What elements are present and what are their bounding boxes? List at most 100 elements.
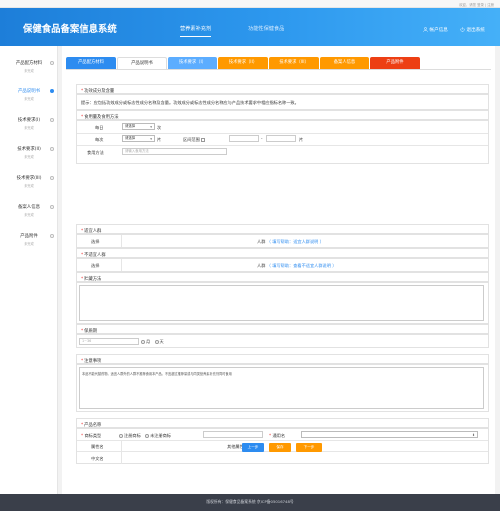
brand-type-options: 注册商标 未注册商标: [119, 433, 171, 439]
required-star: *: [81, 328, 84, 334]
prev-button[interactable]: 上一步: [242, 443, 264, 452]
nav-nutrient-supplement[interactable]: 营养素补充剂: [180, 25, 212, 37]
shelf-options: 月 天: [141, 339, 164, 345]
tab-tech-3[interactable]: 技术要求（III）: [269, 57, 319, 69]
per-label: 每次: [95, 137, 104, 142]
notes-body: 本品不能代替药物。适宜人群外的人群不推荐食用本产品。不宜超过推荐量或与同类营养素…: [76, 364, 489, 412]
required-star: *: [81, 88, 84, 94]
account-link[interactable]: 帐户信息: [423, 27, 448, 33]
tab-underline: [66, 69, 491, 70]
shelf-input[interactable]: 1~36: [79, 338, 139, 345]
attr-name-label: 属性名: [91, 444, 104, 449]
divider: [121, 259, 122, 271]
range-max-input[interactable]: [266, 135, 296, 142]
section-title: *贮藏方法: [81, 276, 102, 282]
range-checkbox[interactable]: [201, 137, 206, 142]
step-dot-icon: [50, 61, 54, 65]
sidebar-item-manual[interactable]: 产品说明书 未完成: [0, 88, 58, 101]
section-title: *食用量及食用方法: [81, 114, 119, 120]
storage-textarea[interactable]: [79, 285, 484, 321]
sidebar-item-formula[interactable]: 产品配方材料 未完成: [0, 60, 58, 73]
dosage-body: 每日 请选择 ▾ 次 每次 请选择 ▾ 片 区间范围 - 片 食用方法 请输入食用方…: [76, 120, 489, 164]
brand-name-input[interactable]: [203, 431, 263, 438]
step-dot-icon: [50, 234, 54, 238]
sidebar-item-status: 未完成: [24, 155, 34, 159]
unsuitable-value[interactable]: 人群 （ 填写帮助：查看不适宜人群说明 ）: [257, 263, 336, 269]
shelf-option-day: 天: [159, 339, 164, 344]
section-notes-header: *注意事项: [76, 354, 489, 364]
section-title: *不适宜人群: [81, 252, 106, 258]
tab-tech-1[interactable]: 技术要求（I）: [168, 57, 217, 69]
range-dash: -: [261, 136, 263, 141]
radio-registered[interactable]: [119, 433, 123, 438]
range-label: 区间范围: [183, 137, 206, 143]
step-sidebar: 产品配方材料 未完成 产品说明书 未完成 技术要求(I) 未完成 技术要求(II…: [0, 46, 58, 494]
common-name-select[interactable]: ⬍: [301, 431, 478, 438]
daily-select[interactable]: 请选择 ▾: [122, 123, 155, 130]
method-input[interactable]: 请输入食用方法: [122, 148, 227, 155]
footer-text: 版权所有：保健食品备案系统 京ICP备05016748号: [206, 499, 294, 504]
sidebar-item-tech-2[interactable]: 技术要求(II) 未完成: [0, 146, 58, 159]
radio-unregistered[interactable]: [145, 433, 150, 438]
chevron-down-icon: ⬍: [472, 433, 475, 437]
next-button[interactable]: 下一步: [296, 443, 322, 452]
shelf-row: 1~36 月 天: [76, 334, 489, 348]
sidebar-item-status: 未完成: [24, 213, 34, 217]
tab-applicant[interactable]: 备案人信息: [320, 57, 369, 69]
common-name-label: * 通用名: [269, 433, 286, 438]
notes-textarea[interactable]: 本品不能代替药物。适宜人群外的人群不推荐食用本产品。不宜超过推荐量或与同类营养素…: [79, 367, 484, 409]
section-title: *适宜人群: [81, 228, 102, 234]
sidebar-item-status: 未完成: [24, 184, 34, 188]
chevron-down-icon: ▾: [150, 125, 152, 129]
per-select[interactable]: 请选择 ▾: [122, 135, 155, 142]
sidebar-item-status: 未完成: [24, 126, 34, 130]
suitable-row: 选择 人群 （ 填写帮助：适宜人群说明 ）: [76, 234, 489, 248]
sidebar-item-applicant[interactable]: 备案人信息 未完成: [0, 204, 58, 217]
page-footer: 版权所有：保健食品备案系统 京ICP备05016748号: [0, 494, 500, 511]
chevron-down-icon: ▾: [150, 137, 152, 141]
brand-type-label: * 商标类型: [81, 433, 102, 438]
user-icon: [423, 27, 428, 32]
section-product-name-header: *产品名称: [76, 418, 489, 428]
tab-attachments[interactable]: 产品附件: [370, 57, 420, 69]
sidebar-item-tech-1[interactable]: 技术要求(I) 未完成: [0, 117, 58, 130]
logout-link[interactable]: 退出系统: [460, 27, 485, 33]
radio-day[interactable]: [154, 339, 159, 344]
app-header: 保健食品备案信息系统 营养素补充剂 功能性保健食品 帐户信息 退出系统: [0, 8, 500, 46]
brand-option-registered: 注册商标: [124, 433, 141, 438]
suitable-help-link[interactable]: （ 填写帮助：适宜人群说明 ）: [267, 239, 324, 244]
brand-option-unregistered: 未注册商标: [150, 433, 172, 438]
save-button[interactable]: 保存: [269, 443, 291, 452]
tab-formula[interactable]: 产品配方材料: [66, 57, 116, 69]
suitable-value[interactable]: 人群 （ 填写帮助：适宜人群说明 ）: [257, 239, 324, 245]
unsuitable-help-link[interactable]: （ 填写帮助：查看不适宜人群说明 ）: [267, 263, 337, 268]
step-dot-icon: [50, 176, 54, 180]
power-icon: [460, 27, 465, 32]
range-min-input[interactable]: [229, 135, 259, 142]
app-title: 保健食品备案信息系统: [23, 24, 117, 35]
required-star: *: [81, 114, 84, 120]
tab-tech-2[interactable]: 技术要求（II）: [218, 57, 268, 69]
suitable-choose-label: 选择: [91, 239, 100, 244]
sidebar-item-status: 未完成: [24, 69, 34, 73]
step-dot-icon: [50, 118, 54, 122]
sidebar-item-tech-3[interactable]: 技术要求(III) 未完成: [0, 175, 58, 188]
range-unit: 片: [299, 137, 304, 142]
nav-functional-food[interactable]: 功能性保健食品: [248, 25, 284, 32]
unsuitable-row: 选择 人群 （ 填写帮助：查看不适宜人群说明 ）: [76, 258, 489, 272]
daily-unit: 次: [157, 125, 162, 130]
divider: [77, 145, 488, 146]
required-star: *: [81, 228, 84, 234]
sidebar-item-attachments[interactable]: 产品附件 未完成: [0, 233, 58, 246]
section-title: *功效成分及含量: [81, 88, 115, 94]
section-title: *产品名称: [81, 422, 102, 428]
top-links[interactable]: 欢迎，请您 登录 | 注册: [459, 2, 494, 7]
divider: [121, 440, 122, 464]
radio-month[interactable]: [141, 339, 145, 344]
step-dot-icon: [50, 205, 54, 209]
divider: [77, 133, 488, 134]
ingredient-hint: 提示：应包括功效成分或标志性成分名称及含量。功效成分或标志性成分名称应与产品技术…: [81, 100, 299, 105]
shelf-option-month: 月: [146, 339, 151, 344]
tab-manual[interactable]: 产品说明书: [117, 57, 167, 69]
account-label: 帐户信息: [429, 28, 448, 33]
